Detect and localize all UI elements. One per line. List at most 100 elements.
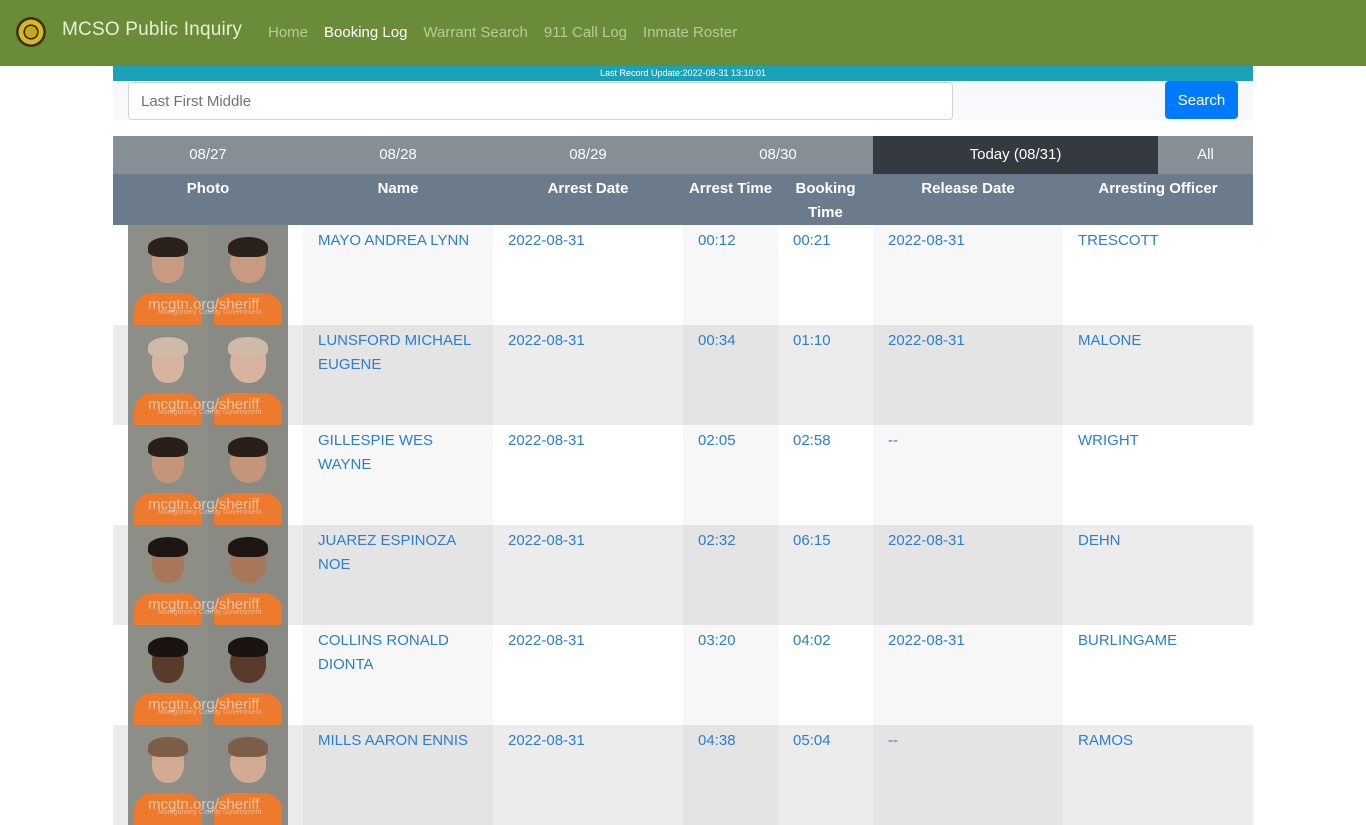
tab-today[interactable]: Today (08/31) [873,136,1158,174]
header-arrest-time: Arrest Time [688,180,773,197]
search-button[interactable]: Search [1165,81,1238,119]
main-container: Last Record Update:2022-08-31 13:10:01 S… [113,66,1253,825]
arrest-time-link[interactable]: 04:38 [698,732,736,749]
photo-cell: mcgtn.org/sheriff Montgomery County Gove… [113,325,303,425]
tab-all[interactable]: All [1158,136,1253,174]
arrest-time-cell: 03:20 [683,625,778,725]
inmate-name-link[interactable]: MILLS AARON ENNIS [318,732,468,749]
name-cell: LUNSFORD MICHAEL EUGENE [303,325,493,425]
header-release-date: Release Date [921,180,1015,197]
tab-08-28[interactable]: 08/28 [303,136,493,174]
name-cell: MILLS AARON ENNIS [303,725,493,825]
arrest-date-link[interactable]: 2022-08-31 [508,532,585,549]
release-date-link[interactable]: 2022-08-31 [888,532,965,549]
release-date-link[interactable]: 2022-08-31 [888,632,965,649]
release-date-cell: -- [873,725,1063,825]
arrest-time-link[interactable]: 03:20 [698,632,736,649]
officer-cell: WRIGHT [1063,425,1253,525]
booking-time-cell: 05:04 [778,725,873,825]
arrest-date-link[interactable]: 2022-08-31 [508,232,585,249]
arrest-time-link[interactable]: 02:32 [698,532,736,549]
inmate-name-link[interactable]: GILLESPIE WES WAYNE [318,432,433,473]
table-row: mcgtn.org/sheriff Montgomery County Gove… [113,625,1253,725]
nav-links: Home Booking Log Warrant Search 911 Call… [268,24,753,41]
header-booking-time: Booking Time [795,180,856,221]
booking-time-link[interactable]: 05:04 [793,732,831,749]
inmate-name-link[interactable]: MAYO ANDREA LYNN [318,232,469,249]
name-search-input[interactable] [128,82,953,120]
tab-08-27[interactable]: 08/27 [113,136,303,174]
release-date-cell: 2022-08-31 [873,225,1063,325]
table-row: mcgtn.org/sheriff Montgomery County Gove… [113,325,1253,425]
booking-time-cell: 00:21 [778,225,873,325]
name-cell: COLLINS RONALD DIONTA [303,625,493,725]
mugshot-image[interactable]: mcgtn.org/sheriff Montgomery County Gove… [128,725,288,825]
arresting-officer-link[interactable]: RAMOS [1078,732,1133,749]
booking-time-link[interactable]: 02:58 [793,432,831,449]
mugshot-hair [228,237,268,257]
mugshot-image[interactable]: mcgtn.org/sheriff Montgomery County Gove… [128,625,288,725]
arresting-officer-link[interactable]: WRIGHT [1078,432,1139,449]
arrest-date-link[interactable]: 2022-08-31 [508,432,585,449]
arrest-date-link[interactable]: 2022-08-31 [508,732,585,749]
booking-time-cell: 01:10 [778,325,873,425]
arrest-date-link[interactable]: 2022-08-31 [508,632,585,649]
arresting-officer-link[interactable]: DEHN [1078,532,1121,549]
arrest-time-link[interactable]: 00:12 [698,232,736,249]
arrest-date-cell: 2022-08-31 [493,625,683,725]
table-row: mcgtn.org/sheriff Montgomery County Gove… [113,225,1253,325]
arrest-date-cell: 2022-08-31 [493,425,683,525]
booking-time-link[interactable]: 04:02 [793,632,831,649]
booking-time-cell: 02:58 [778,425,873,525]
nav-link-warrant-search[interactable]: Warrant Search [423,24,527,41]
booking-time-link[interactable]: 06:15 [793,532,831,549]
nav-link-911-call-log[interactable]: 911 Call Log [544,24,627,41]
arrest-time-link[interactable]: 00:34 [698,332,736,349]
mugshot-image[interactable]: mcgtn.org/sheriff Montgomery County Gove… [128,425,288,525]
mugshot-watermark-sub: Montgomery County Government [158,509,262,516]
table-row: mcgtn.org/sheriff Montgomery County Gove… [113,525,1253,625]
mugshot-image[interactable]: mcgtn.org/sheriff Montgomery County Gove… [128,225,288,325]
brand-title[interactable]: MCSO Public Inquiry [62,19,242,41]
name-cell: MAYO ANDREA LYNN [303,225,493,325]
release-date-link[interactable]: -- [888,432,898,449]
officer-cell: MALONE [1063,325,1253,425]
arrest-time-link[interactable]: 02:05 [698,432,736,449]
mugshot-hair [228,737,268,757]
inmate-name-link[interactable]: LUNSFORD MICHAEL EUGENE [318,332,471,373]
release-date-link[interactable]: -- [888,732,898,749]
arrest-time-cell: 02:32 [683,525,778,625]
mugshot-image[interactable]: mcgtn.org/sheriff Montgomery County Gove… [128,525,288,625]
mugshot-watermark-sub: Montgomery County Government [158,309,262,316]
name-cell: JUAREZ ESPINOZA NOE [303,525,493,625]
mugshot-hair [148,237,188,257]
last-update-banner: Last Record Update:2022-08-31 13:10:01 [113,66,1253,81]
mugshot-hair [228,437,268,457]
photo-cell: mcgtn.org/sheriff Montgomery County Gove… [113,225,303,325]
tab-08-30[interactable]: 08/30 [683,136,873,174]
nav-link-booking-log[interactable]: Booking Log [324,24,407,41]
table-row: mcgtn.org/sheriff Montgomery County Gove… [113,725,1253,825]
release-date-cell: 2022-08-31 [873,525,1063,625]
header-photo: Photo [186,180,230,197]
sheriff-badge-icon[interactable] [16,17,46,47]
arresting-officer-link[interactable]: TRESCOTT [1078,232,1159,249]
arresting-officer-link[interactable]: MALONE [1078,332,1141,349]
nav-link-home[interactable]: Home [268,24,308,41]
release-date-link[interactable]: 2022-08-31 [888,232,965,249]
arrest-time-cell: 00:34 [683,325,778,425]
arresting-officer-link[interactable]: BURLINGAME [1078,632,1177,649]
arrest-date-link[interactable]: 2022-08-31 [508,332,585,349]
inmate-name-link[interactable]: COLLINS RONALD DIONTA [318,632,449,673]
nav-link-inmate-roster[interactable]: Inmate Roster [643,24,737,41]
release-date-cell: 2022-08-31 [873,325,1063,425]
booking-time-link[interactable]: 01:10 [793,332,831,349]
booking-time-link[interactable]: 00:21 [793,232,831,249]
inmate-name-link[interactable]: JUAREZ ESPINOZA NOE [318,532,456,573]
mugshot-watermark-sub: Montgomery County Government [158,709,262,716]
mugshot-image[interactable]: mcgtn.org/sheriff Montgomery County Gove… [128,325,288,425]
photo-cell: mcgtn.org/sheriff Montgomery County Gove… [113,525,303,625]
tab-08-29[interactable]: 08/29 [493,136,683,174]
photo-cell: mcgtn.org/sheriff Montgomery County Gove… [113,625,303,725]
release-date-link[interactable]: 2022-08-31 [888,332,965,349]
